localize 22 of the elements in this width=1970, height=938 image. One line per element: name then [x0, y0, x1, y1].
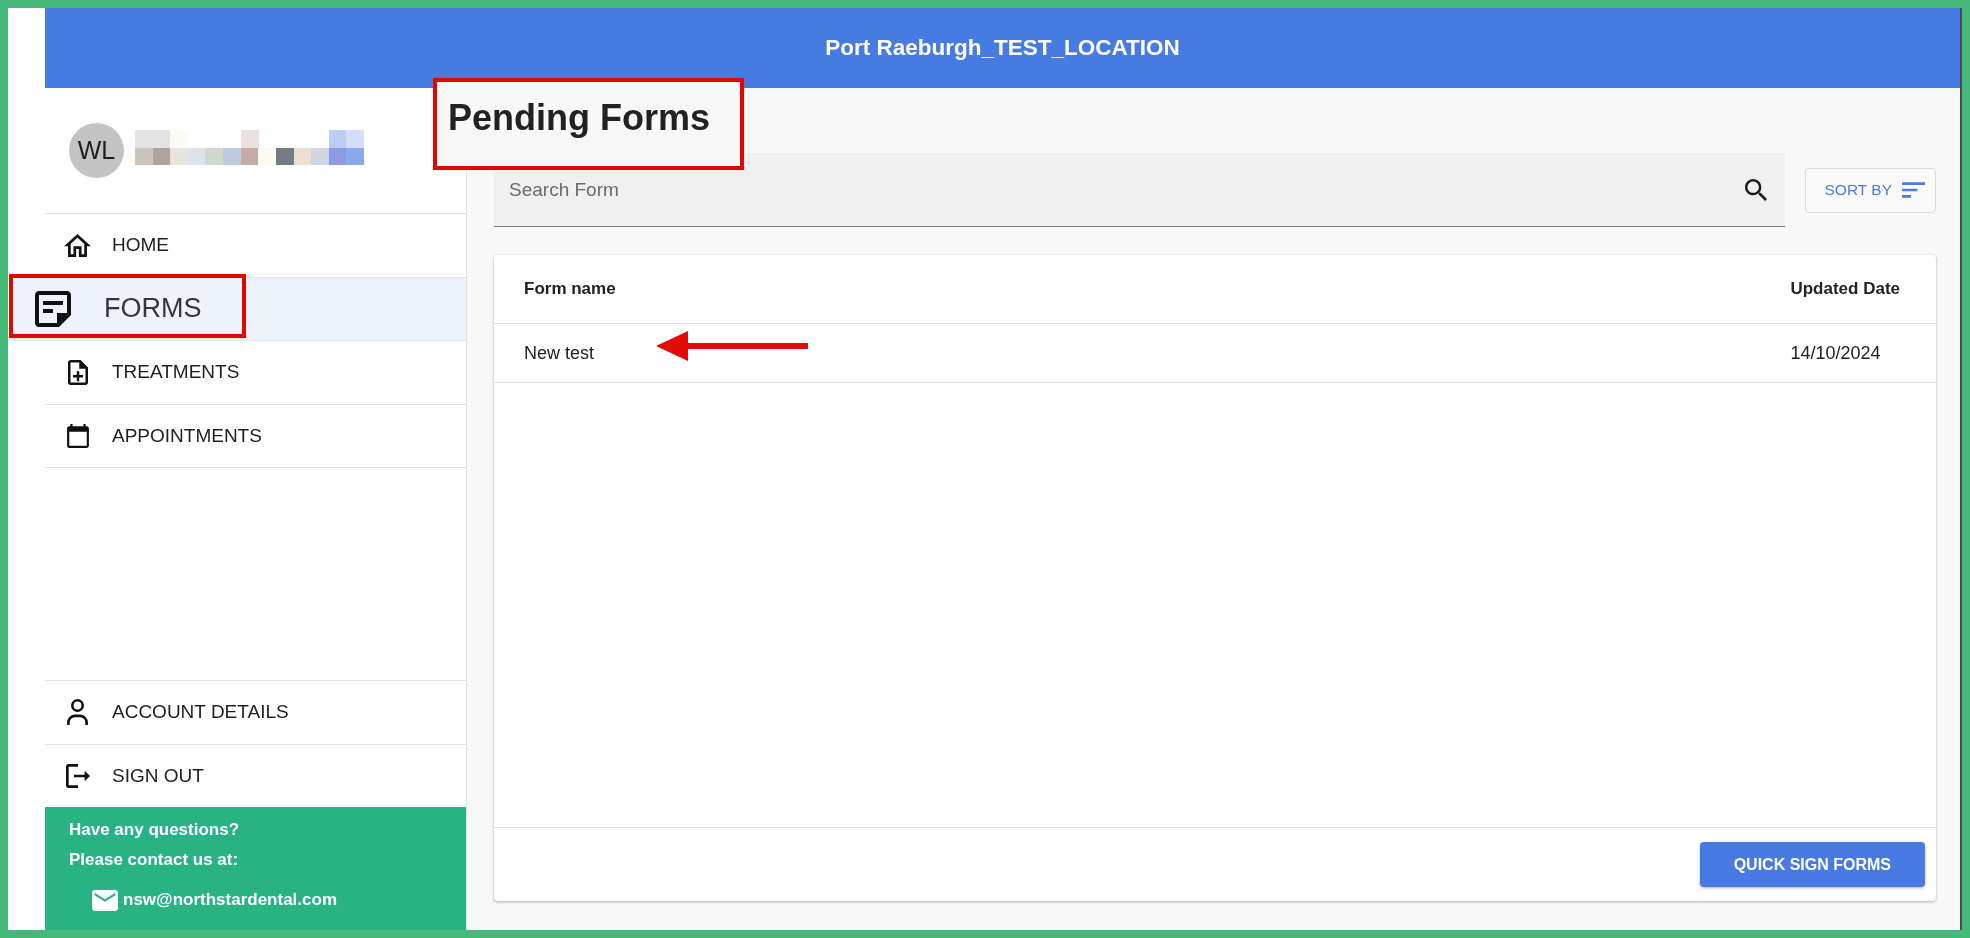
note-icon: [35, 290, 71, 327]
logout-icon: [65, 763, 90, 788]
avatar: WL: [69, 123, 124, 178]
search-field[interactable]: Search Form: [494, 153, 1785, 227]
person-icon: [67, 699, 88, 726]
quick-sign-button[interactable]: QUICK SIGN FORMS: [1699, 842, 1925, 887]
home-icon: [64, 233, 91, 257]
file-plus-icon: [67, 359, 88, 385]
mail-icon: [92, 889, 118, 911]
sort-button[interactable]: SORT BY: [1804, 167, 1936, 213]
calendar-icon: [66, 423, 89, 448]
column-header: Updated Date: [1790, 279, 1900, 298]
column-header: Form name: [524, 279, 616, 298]
nav-item[interactable]: FORMS: [9, 277, 466, 341]
help-text: Please contact us at:: [69, 849, 240, 871]
table-cell: New test: [524, 342, 595, 363]
sort-icon: [1902, 182, 1925, 198]
page-heading: Pending Forms: [448, 96, 712, 140]
help-text: Have any questions?: [69, 819, 241, 841]
search-icon: [1744, 179, 1767, 201]
location-title: Port Raeburgh_TEST_LOCATION: [825, 35, 1180, 61]
table-cell: 14/10/2024: [1790, 342, 1881, 363]
